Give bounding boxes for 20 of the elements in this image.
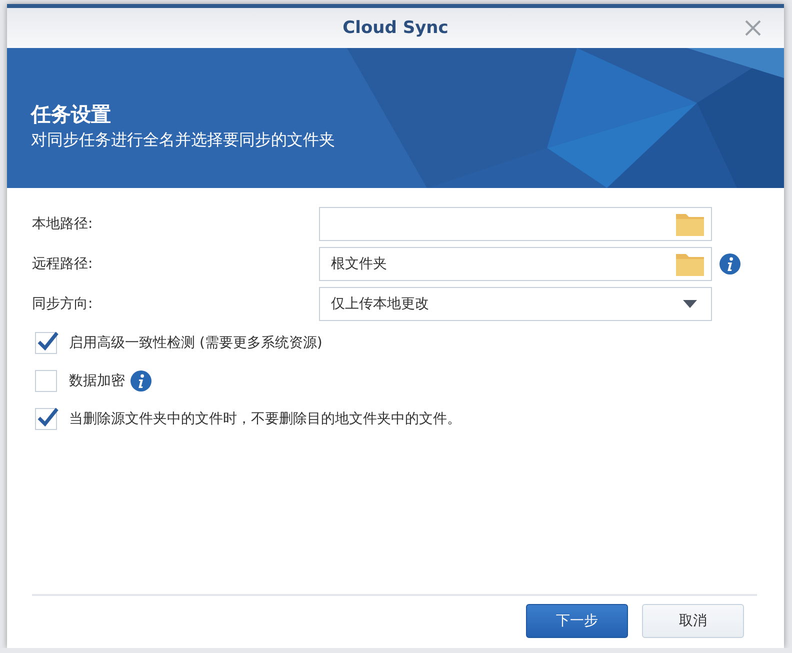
checkbox[interactable] (35, 332, 57, 354)
window-title: Cloud Sync (342, 18, 448, 38)
banner-title: 任务设置 (31, 101, 112, 128)
cancel-button[interactable]: 取消 (642, 604, 744, 638)
next-button[interactable]: 下一步 (526, 604, 628, 638)
field-label: 本地路径: (32, 215, 94, 233)
path-field[interactable] (319, 207, 712, 241)
checkbox[interactable] (35, 370, 57, 392)
option-label: 数据加密 (69, 372, 125, 390)
option-label: 启用高级一致性检测 (需要更多系统资源) (69, 334, 322, 352)
field-label: 远程路径: (32, 255, 94, 273)
caret-icon[interactable] (683, 300, 697, 308)
info-icon[interactable] (130, 370, 152, 392)
option-label: 当删除源文件夹中的文件时，不要删除目的地文件夹中的文件。 (69, 410, 461, 428)
path-field[interactable]: 根文件夹 (319, 247, 712, 281)
field-label: 同步方向: (32, 295, 94, 313)
banner-subtitle: 对同步任务进行全名并选择要同步的文件夹 (31, 130, 336, 151)
checkbox[interactable] (35, 408, 57, 430)
direction-dropdown[interactable]: 仅上传本地更改 (319, 287, 712, 321)
info-icon[interactable] (719, 253, 741, 275)
